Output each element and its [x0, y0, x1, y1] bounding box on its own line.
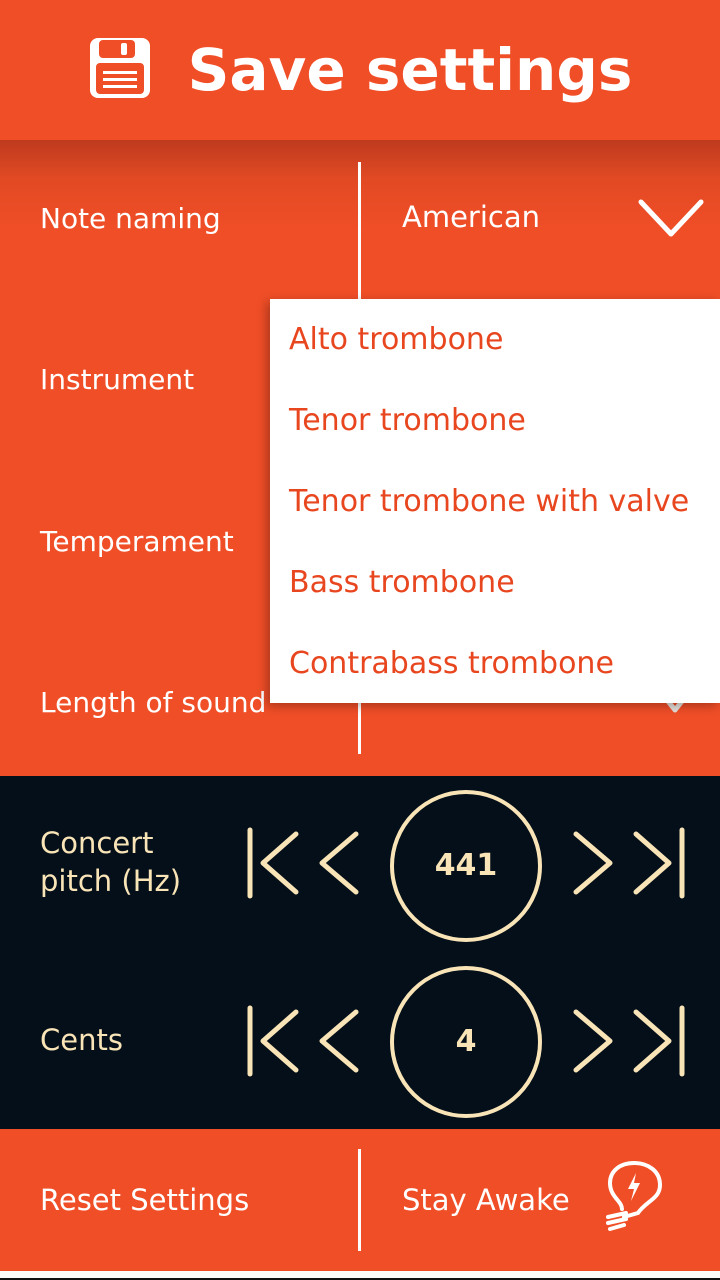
setting-label: Length of sound — [40, 686, 267, 719]
chevron-down-icon[interactable] — [636, 196, 706, 244]
next-icon[interactable] — [571, 826, 616, 900]
dropdown-option[interactable]: Alto trombone — [270, 299, 720, 380]
setting-value: American — [402, 200, 541, 234]
dropdown-option[interactable]: Contrabass trombone — [270, 623, 720, 704]
previous-icon[interactable] — [316, 1004, 361, 1078]
setting-label: Instrument — [40, 363, 195, 396]
stay-awake-button[interactable]: Stay Awake — [402, 1129, 666, 1271]
page-title: Save settings — [187, 36, 633, 104]
bottom-edge — [0, 1271, 720, 1280]
floppy-disk-icon — [88, 36, 152, 104]
reset-settings-label: Reset Settings — [40, 1183, 250, 1217]
setting-note-naming[interactable]: Note naming American — [0, 140, 720, 300]
divider — [358, 1149, 361, 1251]
dropdown-option[interactable]: Bass trombone — [270, 542, 720, 623]
header: Save settings — [0, 0, 720, 140]
instrument-dropdown-menu: Alto trombone Tenor trombone Tenor tromb… — [270, 299, 720, 703]
cents-stepper: 4 — [246, 964, 686, 1119]
concert-pitch-stepper: 441 — [246, 788, 686, 943]
save-settings-button[interactable]: Save settings — [88, 36, 633, 104]
skip-to-end-icon[interactable] — [631, 826, 686, 900]
tuning-panel: Concert pitch (Hz) 441 Cents 4 — [0, 776, 720, 1129]
dropdown-option[interactable]: Tenor trombone — [270, 380, 720, 461]
reset-settings-button[interactable]: Reset Settings — [40, 1129, 249, 1271]
skip-to-start-icon[interactable] — [246, 1004, 301, 1078]
skip-to-end-icon[interactable] — [631, 1004, 686, 1078]
footer: Reset Settings Stay Awake — [0, 1129, 720, 1271]
lightbulb-bolt-icon — [598, 1159, 666, 1242]
skip-to-start-icon[interactable] — [246, 826, 301, 900]
stay-awake-label: Stay Awake — [402, 1183, 570, 1217]
concert-pitch-value[interactable]: 441 — [390, 788, 542, 943]
next-icon[interactable] — [571, 1004, 616, 1078]
cents-label: Cents — [40, 1023, 123, 1057]
setting-label: Temperament — [40, 525, 234, 558]
previous-icon[interactable] — [316, 826, 361, 900]
concert-pitch-label: Concert pitch (Hz) — [40, 826, 182, 898]
setting-label: Note naming — [40, 202, 221, 235]
dropdown-option[interactable]: Tenor trombone with valve — [270, 461, 720, 542]
cents-value[interactable]: 4 — [390, 964, 542, 1119]
